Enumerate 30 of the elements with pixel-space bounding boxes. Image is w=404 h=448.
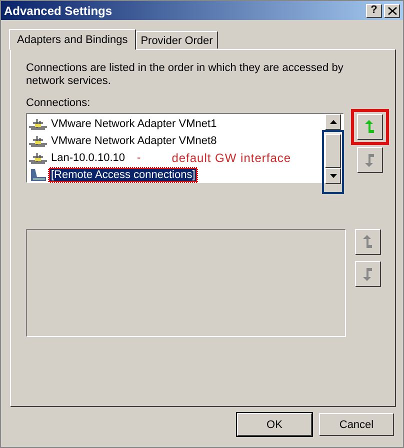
arrow-up-icon <box>365 120 375 134</box>
annotation-dash: - <box>137 152 141 164</box>
annotation-note: default GW interface <box>172 150 292 164</box>
close-button[interactable] <box>384 4 400 18</box>
scroll-thumb[interactable] <box>325 134 341 168</box>
ok-button[interactable]: OK <box>237 413 312 436</box>
arrow-up-icon <box>363 235 373 249</box>
network-adapter-icon <box>29 134 47 146</box>
help-button[interactable]: ? <box>366 4 382 18</box>
cancel-button[interactable]: Cancel <box>319 413 394 436</box>
window-title: Advanced Settings <box>4 4 112 18</box>
tab[interactable]: Adapters and Bindings <box>9 29 136 50</box>
remote-access-icon <box>29 168 47 182</box>
connection-item[interactable]: VMware Network Adapter VMnet8 <box>48 132 220 148</box>
tab[interactable]: Provider Order <box>136 31 218 49</box>
arrow-down-icon <box>365 153 375 167</box>
connection-item[interactable]: Lan-10.0.10.10 <box>48 150 128 166</box>
triangle-down-icon <box>330 174 336 178</box>
connection-item[interactable]: VMware Network Adapter VMnet1 <box>48 116 220 132</box>
connection-item[interactable]: [Remote Access connections] <box>48 166 198 182</box>
scroll-down-button[interactable] <box>325 168 341 184</box>
description-text: Connections are listed in the order in which they are accessed by network services. <box>26 62 344 88</box>
triangle-up-icon <box>330 120 336 124</box>
close-icon <box>388 6 396 14</box>
connections-label: Connections: <box>26 97 92 109</box>
network-adapter-icon <box>29 118 47 130</box>
arrow-down-icon <box>363 267 373 281</box>
move-up-button[interactable] <box>357 114 383 140</box>
network-adapter-icon <box>29 152 47 164</box>
scroll-up-button[interactable] <box>325 114 341 130</box>
